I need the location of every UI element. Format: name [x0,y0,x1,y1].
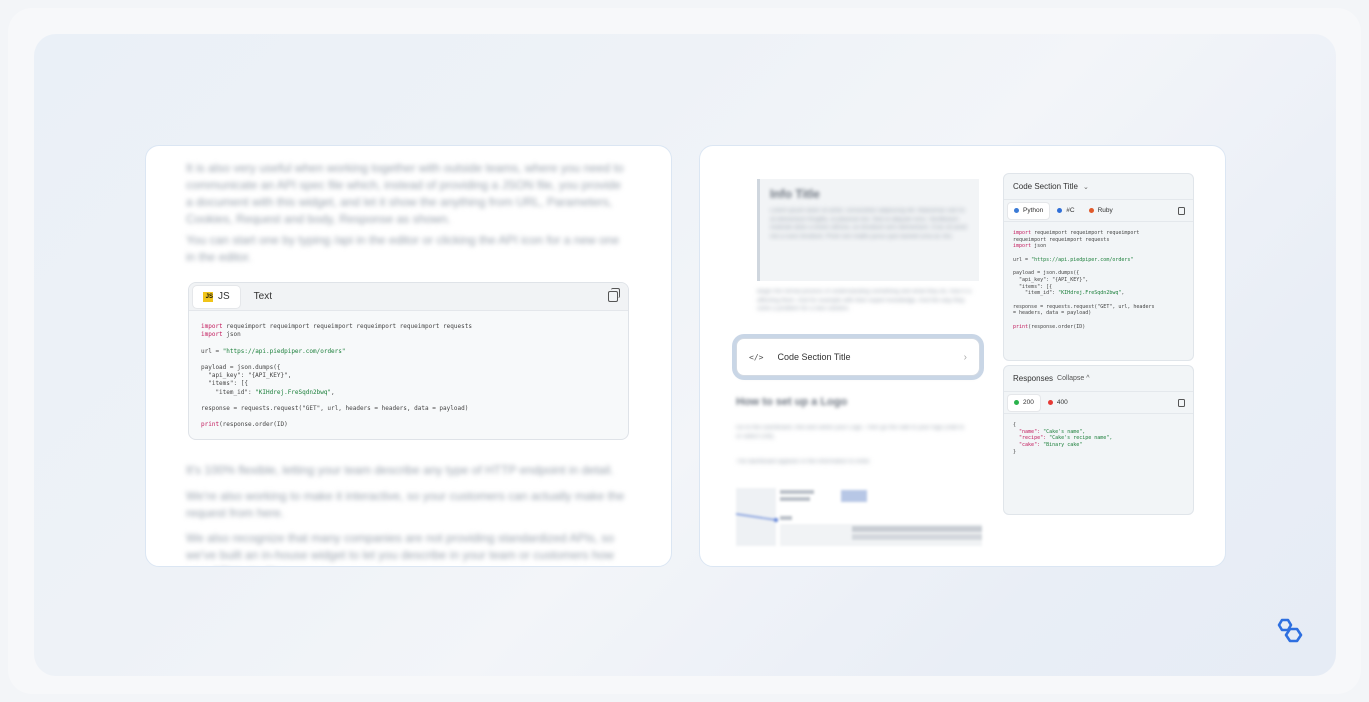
responses-title: Responses [1013,374,1054,383]
brand-logo-icon [1277,618,1303,643]
tab-js[interactable]: JS JS [193,285,240,308]
info-callout: Info Title Lorem ipsum dolor sit amet, c… [757,179,979,281]
code-sample-line: = headers, data = payload) [1013,310,1092,317]
code-sample-line [1013,317,1184,324]
response-body: { "name": "Cake's name", "recipe": "Cake… [1004,414,1193,464]
responses-header: Responses Collapse ^ [1004,366,1193,392]
code-sample-line: payload = json.dumps({ [1013,270,1080,277]
tab-text-label: Text [253,291,273,302]
code-line: import requeimport requeimport requeimpo… [201,323,472,330]
code-sample-line [1013,264,1184,271]
paragraph-start: You can start one by typing /api in the … [186,233,620,264]
response-line: "name": "Cake's name", [1013,428,1086,435]
editor-preview-card-left: It is also very useful when working toge… [145,145,672,567]
collapse-button[interactable]: Collapse ^ [1057,375,1089,382]
code-section-title: Code Section Title [777,352,851,362]
code-sample-line: requeimport requeimport requests [1013,236,1110,243]
code-line: import json [201,331,241,339]
chevron-down-icon[interactable]: ⌄ [1083,183,1089,191]
code-line: "items": [{ [201,380,248,388]
code-line: print(response.order(ID) [201,421,288,429]
paragraph-inhouse: We also recognize that many companies ar… [186,531,615,566]
hero-stage: It is also very useful when working toge… [34,34,1336,676]
code-icon: </> [749,352,764,362]
tab-text[interactable]: Text [244,286,282,308]
tab-csharp[interactable]: #C [1051,203,1080,219]
code-line: url = "https://api.piedpiper.com/orders" [201,347,346,355]
success-dot-icon [1014,400,1019,405]
mini-diagram [736,488,982,546]
csharp-icon [1057,208,1063,213]
copy-icon[interactable] [608,288,620,302]
copy-icon[interactable] [1178,399,1185,407]
heading-setup-logo: How to set up a Logo [736,396,848,408]
code-sample-line: "items": [{ [1013,283,1053,290]
editor-preview-card-right: Info Title Lorem ipsum dolor sit amet, c… [699,145,1226,567]
code-sample-line: url = "https://api.piedpiper.com/orders" [1013,256,1134,263]
code-sample-line: "api_key": "{API_KEY}", [1013,276,1089,283]
response-line: } [1013,448,1017,455]
code-line: "api_key": "{API_KEY}", [201,372,292,380]
code-sample-line [1013,297,1184,304]
language-tabs: Python #C Ruby [1004,200,1193,222]
code-line: payload = json.dumps({ [201,364,281,372]
code-sample-line: response = requests.request("GET", url, … [1013,303,1155,310]
status-tabs: 200 400 [1004,392,1193,414]
code-line: "item_id": "KIHdrej.FreSqdn2bwq", [201,388,335,396]
code-sample-line: "item_id": "KIHdrej.FreSqdn2bwq", [1013,290,1125,297]
response-line: { [1013,422,1017,428]
code-sample-line [1013,250,1184,257]
tab-python[interactable]: Python [1008,202,1050,219]
code-sample-line: print(response.order(ID) [1013,323,1086,330]
paragraph-dashboard: Go to the Dashboard, find and select you… [736,425,965,440]
response-line: "recipe": "Cake's recipe name", [1013,435,1113,442]
code-line: response = requests.request("GET", url, … [201,405,469,413]
tab-status-400[interactable]: 400 [1042,395,1074,411]
tab-python-label: Python [1023,207,1044,214]
paragraph-process: Begin the formal process of understandin… [757,289,972,312]
collapse-label: Collapse [1057,375,1085,382]
code-sample-body: import requeimport requeimport requeimpo… [1004,222,1193,339]
code-sample-panel: Code Section Title ⌄ Python #C Ruby impo… [1003,173,1194,361]
js-icon: JS [203,291,213,302]
code-sample-line: import json [1013,243,1047,250]
paragraph-appears: The dashboard appears in the information… [736,459,871,465]
error-dot-icon [1047,400,1053,405]
tab-js-label: JS [218,291,230,302]
copy-icon[interactable] [1178,207,1185,215]
chevron-right-icon: › [963,351,967,363]
code-sample-line: import requeimport requeimport requeimpo… [1013,230,1140,236]
tab-400-label: 400 [1056,399,1068,406]
code-panel-title: Code Section Title [1013,182,1078,191]
code-panel-header[interactable]: Code Section Title ⌄ [1004,174,1193,200]
tab-200-label: 200 [1023,399,1034,406]
paragraph-flexible: It's 100% flexible, letting your team de… [186,463,614,477]
info-text: Lorem ipsum dolor sit amet, consectetur … [770,208,967,240]
tab-ruby[interactable]: Ruby [1083,203,1119,219]
tab-csharp-label: #C [1066,207,1075,214]
paragraph-interactive: We're also working to make it interactiv… [186,489,625,520]
code-tabs: JS JS Text [189,283,628,311]
responses-panel: Responses Collapse ^ 200 400 { "name": "… [1003,365,1194,515]
response-line: "cake": "Binary cake" [1013,442,1083,449]
tab-ruby-label: Ruby [1097,207,1113,214]
code-section-toggle[interactable]: </> Code Section Title › [736,338,980,376]
tab-status-200[interactable]: 200 [1008,394,1040,411]
code-block: JS JS Text import requeimport requeimpor… [188,282,629,440]
python-icon [1014,208,1019,213]
ruby-icon [1088,208,1094,213]
info-title: Info Title [770,187,820,201]
code-body: import requeimport requeimport requeimpo… [189,311,628,439]
paragraph-intro: It is also very useful when working toge… [186,161,624,226]
